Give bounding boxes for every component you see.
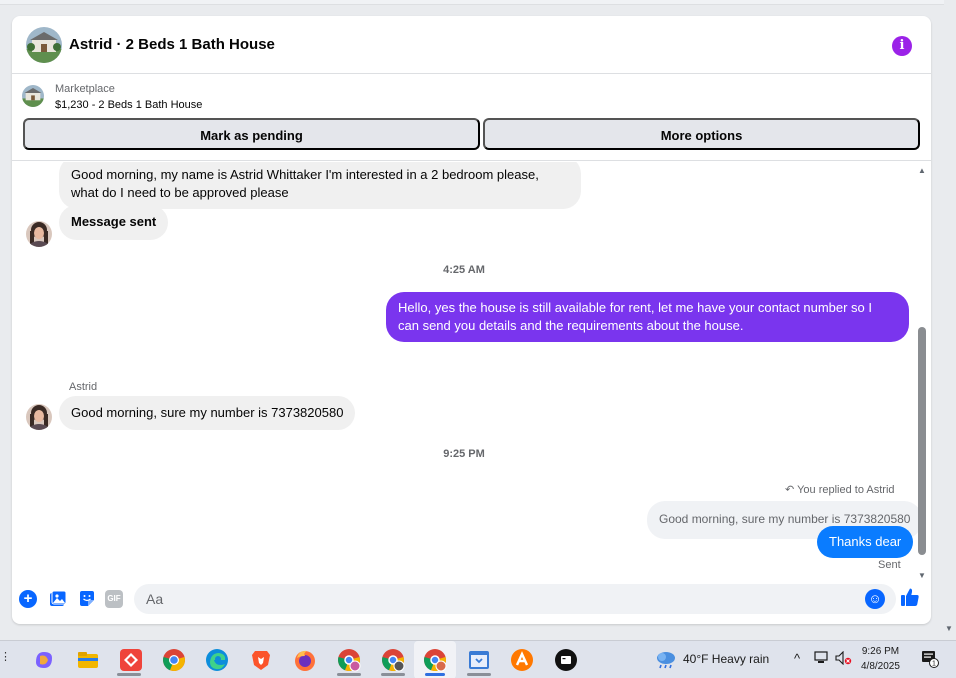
sender-name: Astrid	[69, 381, 98, 393]
message-text: can send you details and the requirement…	[398, 318, 744, 333]
chrome-profile-icon[interactable]	[381, 648, 405, 672]
volume-muted-icon[interactable]	[835, 650, 853, 668]
anydesk-icon[interactable]	[119, 648, 143, 672]
message-bubble-outgoing[interactable]: Thanks dear	[817, 526, 914, 558]
delivery-status: Sent	[878, 559, 901, 571]
photo-icon[interactable]	[49, 590, 67, 608]
firefox-icon[interactable]	[293, 648, 317, 672]
running-indicator	[381, 673, 405, 676]
scroll-down-icon[interactable]: ▼	[918, 571, 926, 580]
plus-icon[interactable]: +	[19, 590, 37, 608]
reply-indicator: ↶ You replied to Astrid	[785, 483, 895, 496]
running-indicator	[467, 673, 491, 676]
chat-header: Astrid · 2 Beds 1 Bath House i	[12, 16, 931, 74]
message-scrollbar[interactable]: ▲ ▼	[915, 162, 929, 582]
active-indicator	[425, 673, 445, 676]
chat-title[interactable]: Astrid · 2 Beds 1 Bath House	[69, 36, 275, 53]
chevron-up-icon[interactable]: ^	[794, 651, 800, 666]
running-indicator	[117, 673, 141, 676]
message-text: Hello, yes the house is still available …	[398, 300, 873, 315]
sender-avatar[interactable]	[26, 221, 52, 247]
message-input[interactable]	[134, 584, 896, 614]
listing-price-title[interactable]: $1,230 - 2 Beds 1 Bath House	[55, 99, 202, 111]
message-list[interactable]: Good morning, my name is Astrid Whittake…	[12, 162, 931, 582]
timestamp: 9:25 PM	[443, 448, 485, 460]
page-scroll-down-icon[interactable]: ▼	[945, 624, 953, 633]
message-composer: + GIF ☺	[12, 582, 931, 624]
gif-icon[interactable]: GIF	[105, 590, 123, 608]
clock-date: 4/8/2025	[861, 661, 900, 672]
timestamp: 4:25 AM	[443, 264, 485, 276]
clock-time: 9:26 PM	[861, 646, 900, 657]
message-bubble-incoming[interactable]: Good morning, sure my number is 73738205…	[59, 396, 356, 430]
listing-bar: Marketplace $1,230 - 2 Beds 1 Bath House…	[12, 75, 931, 161]
taskbar: ⋮ 40°F Heavy rain ^ 9:26 PM 4/8/2025 1	[0, 640, 956, 678]
taskbar-edge-glyph: ⋮	[0, 651, 11, 663]
message-bubble-outgoing[interactable]: Hello, yes the house is still available …	[386, 292, 909, 342]
listing-avatar[interactable]	[26, 27, 62, 63]
copilot-icon[interactable]	[32, 648, 56, 672]
browser-top-strip	[0, 0, 944, 5]
brave-icon[interactable]	[249, 648, 273, 672]
info-icon[interactable]: i	[892, 36, 912, 56]
network-icon[interactable]	[814, 651, 830, 668]
weather-text[interactable]: 40°F Heavy rain	[683, 652, 769, 666]
chat-window: Astrid · 2 Beds 1 Bath House i Marketpla…	[12, 16, 931, 624]
notification-icon[interactable]: 1	[921, 650, 939, 668]
reply-arrow-icon: ↶	[785, 484, 795, 496]
scrollbar-thumb[interactable]	[918, 327, 926, 555]
message-bubble-incoming[interactable]: Good morning, my name is Astrid Whittake…	[59, 162, 581, 209]
sender-avatar[interactable]	[26, 404, 52, 430]
weather-rain-icon[interactable]	[655, 650, 677, 670]
edge-icon[interactable]	[205, 648, 229, 672]
reply-indicator-text: You replied to Astrid	[797, 484, 895, 496]
marketplace-label: Marketplace	[55, 83, 115, 95]
chrome-icon[interactable]	[162, 648, 186, 672]
chrome-profile-icon[interactable]	[337, 648, 361, 672]
message-text: Good morning, my name is Astrid Whittake…	[71, 167, 539, 182]
scroll-up-icon[interactable]: ▲	[918, 166, 926, 175]
mark-as-pending-button[interactable]: Mark as pending	[23, 118, 480, 150]
file-explorer-icon[interactable]	[76, 648, 100, 672]
message-text: what do I need to be approved please	[71, 185, 289, 200]
message-bubble-incoming[interactable]: Message sent	[59, 205, 169, 240]
avast-icon[interactable]	[510, 648, 534, 672]
notification-count: 1	[932, 661, 936, 668]
terminal-app-icon[interactable]	[554, 648, 578, 672]
system-clock[interactable]: 9:26 PM 4/8/2025	[861, 644, 900, 674]
chrome-profile-icon[interactable]	[423, 648, 447, 672]
emoji-icon[interactable]: ☺	[865, 589, 885, 609]
thumbs-up-icon[interactable]	[900, 587, 920, 613]
sticker-icon[interactable]	[78, 590, 96, 608]
running-indicator	[337, 673, 361, 676]
listing-thumbnail[interactable]	[22, 85, 44, 107]
more-options-button[interactable]: More options	[483, 118, 920, 150]
app-window-icon[interactable]	[467, 648, 491, 672]
